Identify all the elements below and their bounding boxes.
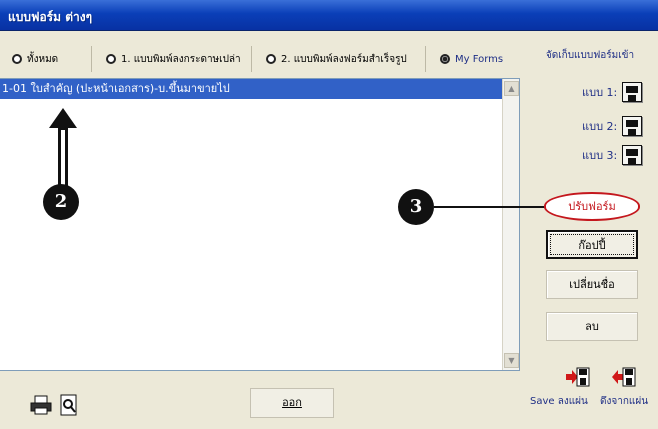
slot-3-row: แบบ 3:: [582, 145, 643, 165]
list-item-selected[interactable]: 1-01 ใบสำคัญ (ปะหน้าเอกสาร)-บ.ขึ้นมาขายไ…: [0, 79, 502, 99]
form-list[interactable]: 1-01 ใบสำคัญ (ปะหน้าเอกสาร)-บ.ขึ้นมาขายไ…: [0, 78, 520, 371]
radio-button-icon: [266, 54, 276, 64]
radio-button-icon: [12, 54, 22, 64]
radio-all[interactable]: ทั้งหมด: [0, 46, 92, 72]
store-forms-title: จัดเก็บแบบฟอร์มเข้า: [545, 50, 635, 61]
form-window: แบบฟอร์ม ต่างๆ ทั้งหมด 1. แบบพิมพ์ลงกระด…: [0, 0, 658, 429]
slot-1-label: แบบ 1:: [582, 86, 618, 99]
radio-blank-paper-label: 1. แบบพิมพ์ลงกระดาษเปล่า: [121, 53, 241, 65]
printer-icon[interactable]: [30, 394, 52, 416]
load-from-disk-label: ดึงจากแผ่น: [600, 396, 649, 407]
scroll-down-arrow-icon[interactable]: ▼: [504, 353, 519, 368]
radio-preprinted-form[interactable]: 2. แบบพิมพ์ลงฟอร์มสำเร็จรูป: [254, 46, 426, 72]
load-from-disk-icon[interactable]: [612, 366, 636, 388]
radio-my-forms-label: My Forms: [455, 53, 504, 65]
floppy-disk-icon[interactable]: [622, 145, 643, 165]
slot-2-row: แบบ 2:: [582, 116, 643, 136]
slot-2-label: แบบ 2:: [582, 120, 618, 133]
annotation-connector-line: [434, 206, 546, 208]
copy-button[interactable]: ก๊อปปี้: [546, 230, 638, 259]
slot-1-row: แบบ 1:: [582, 82, 643, 102]
scroll-up-arrow-icon[interactable]: ▲: [504, 81, 519, 96]
annotation-badge-3: 3: [398, 189, 434, 225]
floppy-disk-icon[interactable]: [622, 82, 643, 102]
exit-button[interactable]: ออก: [250, 388, 334, 418]
window-title: แบบฟอร์ม ต่างๆ: [8, 10, 93, 24]
annotation-badge-2: 2: [43, 184, 79, 220]
rename-button[interactable]: เปลี่ยนชื่อ: [546, 270, 638, 299]
annotation-arrow-up-icon: [49, 108, 77, 186]
delete-button[interactable]: ลบ: [546, 312, 638, 341]
radio-button-icon: [106, 54, 116, 64]
adjust-form-button[interactable]: ปรับฟอร์ม: [544, 192, 640, 221]
radio-blank-paper[interactable]: 1. แบบพิมพ์ลงกระดาษเปล่า: [94, 46, 252, 72]
slot-3-label: แบบ 3:: [582, 149, 618, 162]
print-preview-icon[interactable]: [58, 394, 80, 416]
save-to-disk-icon[interactable]: [566, 366, 590, 388]
save-to-disk-label: Save ลงแผ่น: [530, 396, 588, 407]
radio-preprinted-form-label: 2. แบบพิมพ์ลงฟอร์มสำเร็จรูป: [281, 53, 407, 65]
radio-my-forms[interactable]: My Forms: [428, 46, 520, 72]
radio-all-label: ทั้งหมด: [27, 53, 59, 65]
vertical-scrollbar[interactable]: ▲ ▼: [502, 79, 519, 370]
floppy-disk-icon[interactable]: [622, 116, 643, 136]
title-bar[interactable]: แบบฟอร์ม ต่างๆ: [0, 0, 658, 31]
form-filter-tabs: ทั้งหมด 1. แบบพิมพ์ลงกระดาษเปล่า 2. แบบพ…: [0, 46, 520, 76]
radio-button-selected-icon: [440, 54, 450, 64]
